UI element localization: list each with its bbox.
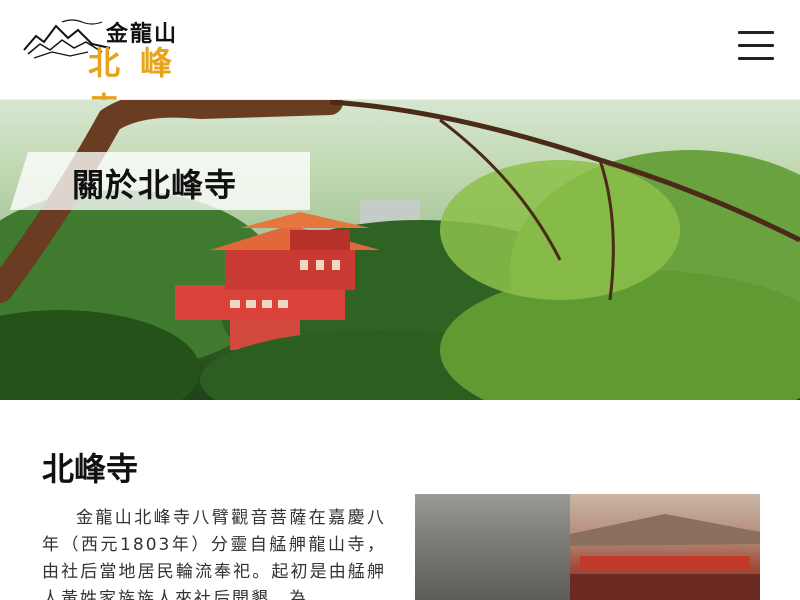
site-header: 金龍山 北峰寺 (0, 0, 800, 128)
site-logo[interactable]: 金龍山 北峰寺 (22, 14, 222, 128)
section-title: 北峰寺 (42, 450, 139, 488)
temple-among-trees-photo (0, 100, 800, 400)
hamburger-menu-icon[interactable] (738, 31, 774, 61)
historic-temple-photo (415, 494, 760, 600)
old-photo-left (415, 494, 570, 600)
hero-title: 關於北峰寺 (72, 166, 238, 204)
hero-banner-image: 關於北峰寺 (0, 100, 800, 400)
old-photo-right (570, 494, 760, 600)
section-paragraph: 金龍山北峰寺八臂觀音菩薩在嘉慶八年（西元1803年）分靈自艋舺龍山寺，由社后當地… (42, 508, 386, 600)
